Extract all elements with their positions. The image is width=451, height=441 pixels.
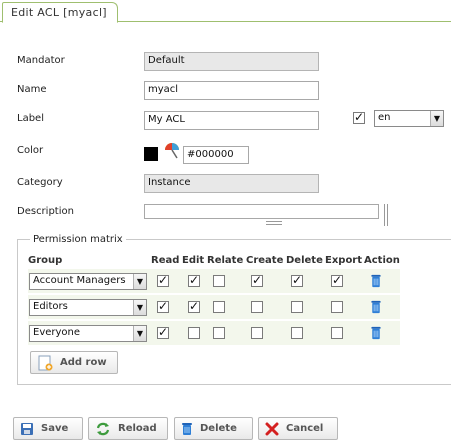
perm-read-checkbox[interactable]: ✓	[157, 299, 169, 313]
perm-read-checkbox[interactable]: ✓	[157, 273, 169, 287]
perm-create-checkbox[interactable]	[251, 301, 263, 313]
perm-relate-checkbox[interactable]	[213, 275, 225, 287]
name-label: Name	[17, 84, 47, 95]
group-select[interactable]: Everyone ▼	[29, 325, 147, 342]
label-multilang-checkbox[interactable]: ✓	[353, 110, 365, 124]
color-swatch	[144, 147, 158, 161]
perm-edit-checkbox[interactable]: ✓	[188, 299, 200, 313]
group-select-value: Account Managers	[33, 275, 126, 286]
col-create: Create	[246, 255, 284, 266]
add-row-label: Add row	[60, 357, 107, 368]
perm-read-checkbox[interactable]: ✓	[157, 325, 169, 339]
perm-export-checkbox[interactable]	[331, 327, 343, 339]
col-read: Read	[151, 255, 180, 266]
chevron-down-icon: ▼	[133, 300, 146, 315]
col-export: Export	[325, 255, 363, 266]
cancel-button[interactable]: Cancel	[258, 417, 338, 440]
color-label: Color	[17, 145, 44, 156]
perm-relate-checkbox[interactable]	[213, 327, 225, 339]
description-label: Description	[17, 206, 74, 217]
perm-edit-checkbox[interactable]: ✓	[188, 273, 200, 287]
delete-label: Delete	[200, 423, 237, 434]
perm-create-checkbox[interactable]	[251, 327, 263, 339]
save-icon	[21, 422, 33, 435]
group-select[interactable]: Editors ▼	[29, 299, 147, 316]
category-field: Instance	[144, 174, 319, 193]
perm-delete-checkbox[interactable]	[291, 327, 303, 339]
cancel-label: Cancel	[286, 423, 324, 434]
perm-relate-checkbox[interactable]	[213, 301, 225, 313]
perm-delete-checkbox[interactable]: ✓	[291, 273, 303, 287]
row-delete-trash-icon[interactable]	[370, 274, 382, 288]
language-select[interactable]: en ▼	[374, 110, 444, 127]
label-input[interactable]: My ACL	[144, 111, 319, 130]
trash-icon	[182, 423, 192, 435]
group-select-value: Editors	[33, 301, 68, 312]
chevron-down-icon: ▼	[133, 326, 146, 341]
row-delete-trash-icon[interactable]	[370, 300, 382, 314]
row-delete-trash-icon[interactable]	[370, 326, 382, 340]
reload-label: Reload	[118, 423, 157, 434]
col-edit: Edit	[182, 255, 205, 266]
chevron-down-icon: ▼	[133, 274, 146, 289]
perm-create-checkbox[interactable]: ✓	[251, 273, 263, 287]
col-relate: Relate	[207, 255, 244, 266]
reload-button[interactable]: Reload	[88, 417, 168, 440]
reload-icon	[96, 422, 110, 435]
description-textarea[interactable]	[144, 204, 379, 219]
perm-delete-checkbox[interactable]	[291, 301, 303, 313]
delete-button[interactable]: Delete	[174, 417, 253, 440]
color-input[interactable]: #000000	[183, 146, 249, 164]
perm-export-checkbox[interactable]	[331, 301, 343, 313]
language-select-value: en	[378, 112, 391, 123]
perm-edit-checkbox[interactable]	[188, 327, 200, 339]
cancel-icon	[265, 422, 279, 435]
label-label: Label	[17, 113, 44, 124]
col-action: Action	[364, 255, 400, 266]
add-row-button[interactable]: Add row	[30, 351, 118, 374]
resize-handle-icon[interactable]	[266, 221, 282, 225]
group-select[interactable]: Account Managers ▼	[29, 273, 147, 290]
mandator-label: Mandator	[17, 55, 65, 66]
chevron-down-icon: ▼	[430, 111, 443, 126]
side-resize-handle-icon[interactable]	[384, 204, 388, 226]
save-button[interactable]: Save	[13, 417, 83, 440]
col-delete: Delete	[286, 255, 323, 266]
perm-export-checkbox[interactable]: ✓	[331, 273, 343, 287]
color-picker-icon[interactable]	[163, 141, 181, 159]
category-label: Category	[17, 177, 63, 188]
tab-edit-acl[interactable]: Edit ACL [myacl]	[2, 2, 118, 23]
tab-bar: Edit ACL [myacl]	[0, 0, 451, 23]
permission-matrix-legend: Permission matrix	[33, 234, 123, 245]
col-group: Group	[28, 255, 63, 266]
group-select-value: Everyone	[33, 327, 81, 338]
name-input[interactable]: myacl	[144, 81, 319, 100]
save-label: Save	[41, 423, 69, 434]
add-row-icon	[38, 355, 53, 370]
mandator-field: Default	[144, 52, 319, 71]
